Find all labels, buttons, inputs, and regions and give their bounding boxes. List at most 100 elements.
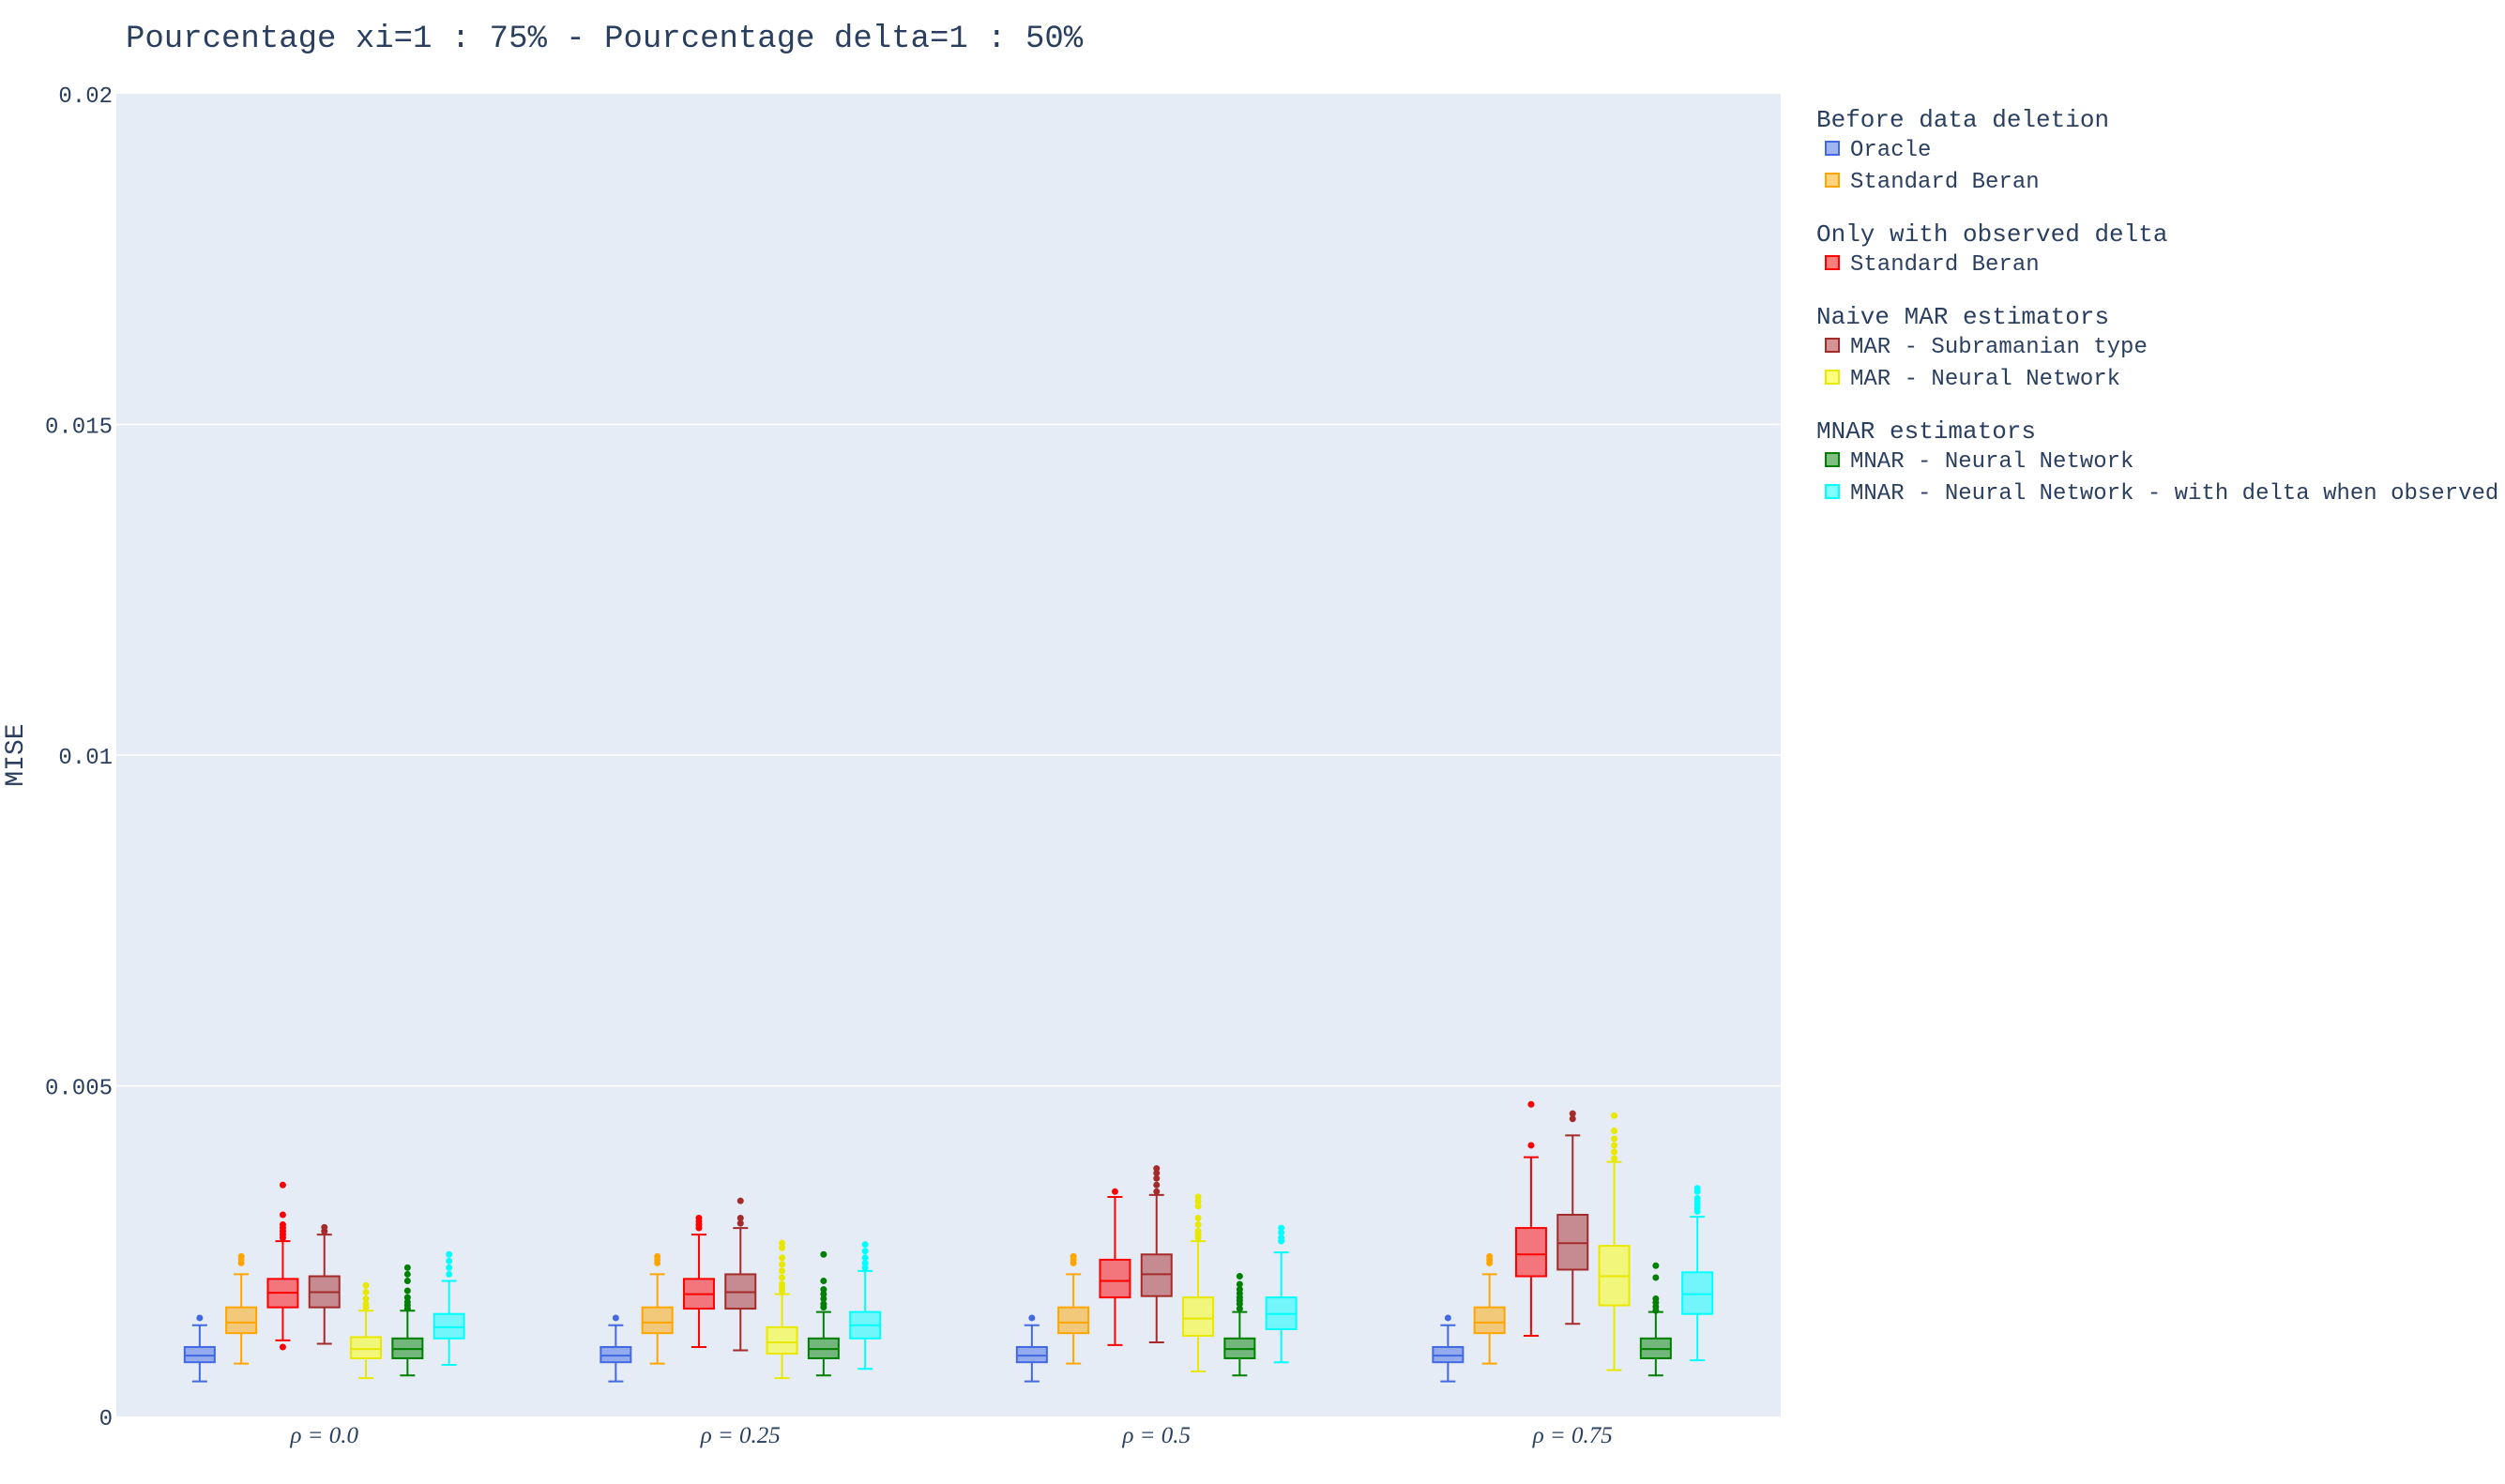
box-iqr [433,1312,465,1340]
box-iqr [1514,1227,1547,1278]
box-iqr [600,1345,632,1364]
box-iqr [1140,1253,1173,1297]
outlier-point [1194,1215,1202,1221]
outlier-point [362,1281,370,1289]
box-iqr [641,1306,674,1335]
outlier-point [196,1314,204,1322]
outlier-point [1652,1262,1660,1269]
outlier-point [1486,1252,1494,1260]
legend-label: MNAR - Neural Network - with delta when … [1850,481,2498,507]
y-axis-ticks: 0 0.005 0.01 0.015 0.02 [45,84,113,1432]
outlier-point [1236,1273,1243,1280]
outlier-point [1611,1142,1618,1149]
legend-label: MAR - Neural Network [1850,367,2120,392]
outlier-point [861,1241,869,1249]
box-iqr [1681,1271,1714,1315]
outlier-point [1236,1280,1243,1288]
y-tick-label: 0.005 [45,1077,113,1102]
outlier-point [362,1295,370,1303]
box-iqr [1556,1213,1589,1271]
outlier-point [1278,1224,1285,1232]
outlier-point [861,1248,869,1255]
box-iqr [1057,1306,1090,1335]
outlier-point [1153,1188,1161,1195]
legend-item: MAR - Neural Network [1825,367,2120,392]
outlier-point [1693,1194,1701,1202]
outlier-point [1444,1314,1451,1322]
outlier-point [1028,1314,1036,1322]
legend-swatch [1825,370,1840,385]
box-iqr [1432,1345,1465,1364]
legend-group-title: Only with observed delta [1816,220,2167,249]
outlier-point [736,1197,744,1204]
outlier-point [861,1254,869,1262]
outlier-point [279,1343,286,1351]
outlier-point [237,1252,245,1260]
outlier-point [1611,1155,1618,1162]
outlier-point [1111,1188,1118,1195]
legend-item: MNAR - Neural Network [1825,449,2133,475]
outlier-point [321,1223,328,1231]
outlier-point [779,1280,786,1288]
outlier-point [695,1215,703,1221]
box-iqr [1099,1258,1131,1299]
legend-label: MAR - Subramanian type [1850,335,2148,360]
outlier-point [1527,1100,1535,1108]
outlier-point [1652,1274,1660,1281]
outlier-point [1652,1295,1660,1303]
outlier-point [736,1215,744,1221]
box-iqr [1473,1306,1506,1335]
x-tick-label: ρ = 0.0 [289,1423,358,1448]
legend-label: Oracle [1850,138,1931,163]
outlier-point [1693,1185,1701,1192]
legend-group-title: MNAR estimators [1816,417,2036,446]
outlier-point [820,1250,827,1258]
outlier-point [1070,1252,1077,1260]
legend-item: MNAR - Neural Network - with delta when … [1825,481,2498,507]
chart-title: Pourcentage xi=1 : 75% - Pourcentage del… [126,22,1084,57]
legend-swatch [1825,452,1840,467]
outlier-point [820,1286,827,1294]
legend-swatch [1825,484,1840,499]
legend-label: Standard Beran [1850,252,2040,278]
outlier-point [446,1257,453,1264]
outlier-point [446,1250,453,1258]
outlier-point [403,1294,411,1301]
outlier-point [1611,1135,1618,1143]
legend: Before data deletion Oracle Standard Beran… [1816,106,2498,507]
legend-group-title: Before data deletion [1816,106,2109,134]
box-iqr [183,1345,216,1364]
x-tick-label: ρ = 0.5 [1121,1423,1191,1448]
y-tick-label: 0.02 [58,84,113,110]
y-tick-label: 0 [99,1407,113,1432]
outlier-point [446,1264,453,1271]
outlier-point [1153,1165,1161,1173]
legend-label: Standard Beran [1850,170,2040,195]
outlier-point [1611,1112,1618,1119]
x-tick-label: ρ = 0.75 [1532,1423,1613,1448]
outlier-point [779,1261,786,1268]
legend-item: Standard Beran [1825,170,2040,195]
box-plot-chart: 00.0050.010.0150.02 ρ = 0.0 ρ = 0.25 ρ = 0… [2,22,2498,1448]
x-tick-label: ρ = 0.25 [700,1423,781,1448]
y-axis-label: MISE [2,723,31,786]
outlier-point [612,1314,619,1322]
legend-swatch [1825,255,1840,270]
outlier-point [1153,1181,1161,1189]
outlier-point [779,1267,786,1275]
legend-item: MAR - Subramanian type [1825,335,2148,360]
legend-item: Standard Beran [1825,252,2040,278]
outlier-point [279,1211,286,1219]
outlier-point [279,1181,286,1189]
box-iqr [350,1336,383,1359]
legend-group-title: Naive MAR estimators [1816,303,2109,331]
outlier-point [403,1277,411,1284]
legend-label: MNAR - Neural Network [1850,449,2133,475]
box-iqr [225,1306,258,1335]
box-iqr [766,1325,798,1355]
box-iqr [1015,1345,1048,1364]
outlier-point [403,1264,411,1271]
legend-swatch [1825,141,1840,156]
outlier-point [779,1274,786,1281]
outlier-point [1194,1228,1202,1235]
